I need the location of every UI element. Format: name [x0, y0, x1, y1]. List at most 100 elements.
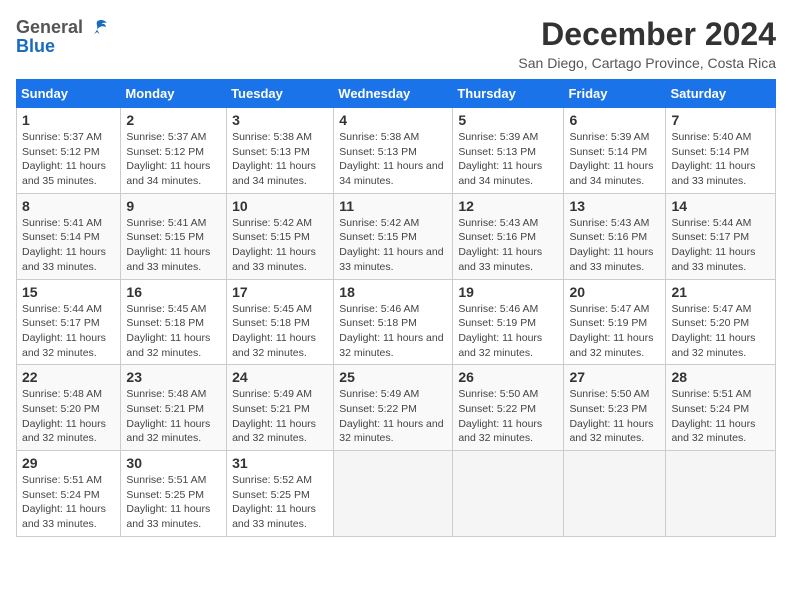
calendar-cell: [666, 451, 776, 537]
logo-bird-icon: [86, 16, 108, 38]
day-number: 24: [232, 369, 328, 385]
day-info: Sunrise: 5:43 AM Sunset: 5:16 PM Dayligh…: [458, 216, 558, 275]
sunset-text: Sunset: 5:17 PM: [671, 231, 749, 243]
sunrise-text: Sunrise: 5:38 AM: [232, 131, 312, 143]
daylight-text: Daylight: 11 hours and 32 minutes.: [671, 332, 755, 359]
calendar-cell: 18 Sunrise: 5:46 AM Sunset: 5:18 PM Dayl…: [334, 279, 453, 365]
sunrise-text: Sunrise: 5:43 AM: [458, 217, 538, 229]
sunrise-text: Sunrise: 5:39 AM: [569, 131, 649, 143]
calendar-cell: 30 Sunrise: 5:51 AM Sunset: 5:25 PM Dayl…: [121, 451, 227, 537]
sunrise-text: Sunrise: 5:51 AM: [671, 388, 751, 400]
daylight-text: Daylight: 11 hours and 32 minutes.: [671, 418, 755, 445]
sunrise-text: Sunrise: 5:38 AM: [339, 131, 419, 143]
day-number: 1: [22, 112, 115, 128]
calendar-cell: 6 Sunrise: 5:39 AM Sunset: 5:14 PM Dayli…: [564, 108, 666, 194]
day-number: 21: [671, 284, 770, 300]
sunrise-text: Sunrise: 5:40 AM: [671, 131, 751, 143]
sunrise-text: Sunrise: 5:49 AM: [339, 388, 419, 400]
day-number: 30: [126, 455, 221, 471]
sunset-text: Sunset: 5:16 PM: [458, 231, 536, 243]
sunset-text: Sunset: 5:18 PM: [126, 317, 204, 329]
calendar-cell: 21 Sunrise: 5:47 AM Sunset: 5:20 PM Dayl…: [666, 279, 776, 365]
daylight-text: Daylight: 11 hours and 32 minutes.: [22, 332, 106, 359]
daylight-text: Daylight: 11 hours and 32 minutes.: [339, 418, 443, 445]
logo-blue-text: Blue: [16, 36, 108, 57]
sunrise-text: Sunrise: 5:51 AM: [22, 474, 102, 486]
day-number: 7: [671, 112, 770, 128]
logo: General Blue: [16, 16, 108, 57]
day-info: Sunrise: 5:40 AM Sunset: 5:14 PM Dayligh…: [671, 130, 770, 189]
daylight-text: Daylight: 11 hours and 32 minutes.: [126, 418, 210, 445]
sunset-text: Sunset: 5:22 PM: [458, 403, 536, 415]
day-number: 31: [232, 455, 328, 471]
sunrise-text: Sunrise: 5:47 AM: [569, 303, 649, 315]
sunrise-text: Sunrise: 5:42 AM: [232, 217, 312, 229]
day-number: 9: [126, 198, 221, 214]
daylight-text: Daylight: 11 hours and 32 minutes.: [22, 418, 106, 445]
day-info: Sunrise: 5:51 AM Sunset: 5:24 PM Dayligh…: [22, 473, 115, 532]
sunrise-text: Sunrise: 5:46 AM: [458, 303, 538, 315]
day-info: Sunrise: 5:46 AM Sunset: 5:18 PM Dayligh…: [339, 302, 447, 361]
daylight-text: Daylight: 11 hours and 33 minutes.: [671, 246, 755, 273]
day-info: Sunrise: 5:46 AM Sunset: 5:19 PM Dayligh…: [458, 302, 558, 361]
sunset-text: Sunset: 5:24 PM: [22, 489, 100, 501]
sunset-text: Sunset: 5:16 PM: [569, 231, 647, 243]
sunrise-text: Sunrise: 5:47 AM: [671, 303, 751, 315]
col-wednesday: Wednesday: [334, 80, 453, 108]
calendar-cell: [564, 451, 666, 537]
col-monday: Monday: [121, 80, 227, 108]
col-tuesday: Tuesday: [227, 80, 334, 108]
daylight-text: Daylight: 11 hours and 33 minutes.: [22, 246, 106, 273]
sunset-text: Sunset: 5:17 PM: [22, 317, 100, 329]
day-info: Sunrise: 5:42 AM Sunset: 5:15 PM Dayligh…: [232, 216, 328, 275]
day-number: 17: [232, 284, 328, 300]
day-info: Sunrise: 5:39 AM Sunset: 5:14 PM Dayligh…: [569, 130, 660, 189]
daylight-text: Daylight: 11 hours and 32 minutes.: [569, 332, 653, 359]
day-number: 16: [126, 284, 221, 300]
day-info: Sunrise: 5:41 AM Sunset: 5:14 PM Dayligh…: [22, 216, 115, 275]
daylight-text: Daylight: 11 hours and 35 minutes.: [22, 160, 106, 187]
calendar-cell: 9 Sunrise: 5:41 AM Sunset: 5:15 PM Dayli…: [121, 193, 227, 279]
day-info: Sunrise: 5:50 AM Sunset: 5:22 PM Dayligh…: [458, 387, 558, 446]
day-info: Sunrise: 5:42 AM Sunset: 5:15 PM Dayligh…: [339, 216, 447, 275]
day-number: 11: [339, 198, 447, 214]
sunset-text: Sunset: 5:12 PM: [22, 146, 100, 158]
day-info: Sunrise: 5:41 AM Sunset: 5:15 PM Dayligh…: [126, 216, 221, 275]
day-number: 26: [458, 369, 558, 385]
sunset-text: Sunset: 5:20 PM: [671, 317, 749, 329]
daylight-text: Daylight: 11 hours and 32 minutes.: [339, 332, 443, 359]
daylight-text: Daylight: 11 hours and 34 minutes.: [126, 160, 210, 187]
daylight-text: Daylight: 11 hours and 33 minutes.: [232, 246, 316, 273]
sunrise-text: Sunrise: 5:42 AM: [339, 217, 419, 229]
sunset-text: Sunset: 5:18 PM: [339, 317, 417, 329]
calendar-cell: 29 Sunrise: 5:51 AM Sunset: 5:24 PM Dayl…: [17, 451, 121, 537]
calendar-cell: 31 Sunrise: 5:52 AM Sunset: 5:25 PM Dayl…: [227, 451, 334, 537]
sunrise-text: Sunrise: 5:48 AM: [126, 388, 206, 400]
calendar-table: Sunday Monday Tuesday Wednesday Thursday…: [16, 79, 776, 537]
sunset-text: Sunset: 5:13 PM: [339, 146, 417, 158]
day-number: 27: [569, 369, 660, 385]
day-info: Sunrise: 5:37 AM Sunset: 5:12 PM Dayligh…: [126, 130, 221, 189]
day-info: Sunrise: 5:51 AM Sunset: 5:24 PM Dayligh…: [671, 387, 770, 446]
calendar-cell: 24 Sunrise: 5:49 AM Sunset: 5:21 PM Dayl…: [227, 365, 334, 451]
daylight-text: Daylight: 11 hours and 34 minutes.: [458, 160, 542, 187]
daylight-text: Daylight: 11 hours and 32 minutes.: [232, 418, 316, 445]
daylight-text: Daylight: 11 hours and 34 minutes.: [569, 160, 653, 187]
sunrise-text: Sunrise: 5:46 AM: [339, 303, 419, 315]
day-number: 18: [339, 284, 447, 300]
day-info: Sunrise: 5:49 AM Sunset: 5:22 PM Dayligh…: [339, 387, 447, 446]
calendar-cell: 22 Sunrise: 5:48 AM Sunset: 5:20 PM Dayl…: [17, 365, 121, 451]
calendar-cell: 1 Sunrise: 5:37 AM Sunset: 5:12 PM Dayli…: [17, 108, 121, 194]
day-info: Sunrise: 5:39 AM Sunset: 5:13 PM Dayligh…: [458, 130, 558, 189]
calendar-cell: 19 Sunrise: 5:46 AM Sunset: 5:19 PM Dayl…: [453, 279, 564, 365]
sunrise-text: Sunrise: 5:52 AM: [232, 474, 312, 486]
sunset-text: Sunset: 5:22 PM: [339, 403, 417, 415]
daylight-text: Daylight: 11 hours and 33 minutes.: [126, 246, 210, 273]
sunrise-text: Sunrise: 5:50 AM: [569, 388, 649, 400]
day-number: 14: [671, 198, 770, 214]
day-info: Sunrise: 5:48 AM Sunset: 5:20 PM Dayligh…: [22, 387, 115, 446]
daylight-text: Daylight: 11 hours and 33 minutes.: [22, 503, 106, 530]
sunset-text: Sunset: 5:25 PM: [126, 489, 204, 501]
day-number: 12: [458, 198, 558, 214]
sunset-text: Sunset: 5:15 PM: [126, 231, 204, 243]
